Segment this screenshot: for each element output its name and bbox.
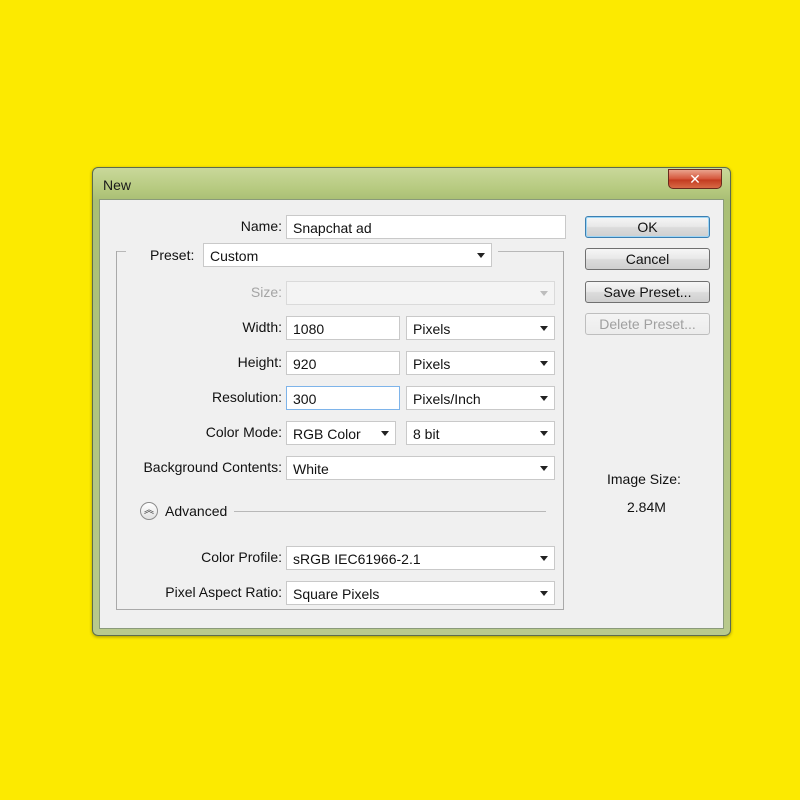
pixel-aspect-ratio-value: Square Pixels <box>293 586 380 602</box>
chevron-down-icon <box>540 361 548 366</box>
height-label: Height: <box>237 354 282 370</box>
color-mode-value: RGB Color <box>293 426 361 442</box>
background-contents-label: Background Contents: <box>143 459 282 475</box>
chevron-down-icon <box>540 591 548 596</box>
background-contents-select[interactable]: White <box>286 456 555 480</box>
width-unit-value: Pixels <box>413 321 451 337</box>
preset-select[interactable]: Custom <box>203 243 492 267</box>
name-input[interactable]: Snapchat ad <box>286 215 566 239</box>
height-input[interactable]: 920 <box>286 351 400 375</box>
color-profile-label: Color Profile: <box>201 549 282 565</box>
resolution-unit-select[interactable]: Pixels/Inch <box>406 386 555 410</box>
chevron-down-icon <box>540 326 548 331</box>
size-select <box>286 281 555 305</box>
resolution-unit-value: Pixels/Inch <box>413 391 481 407</box>
preset-select-value: Custom <box>210 248 259 264</box>
dialog-title: New <box>103 177 132 193</box>
height-unit-select[interactable]: Pixels <box>406 351 555 375</box>
advanced-divider <box>234 511 546 512</box>
resolution-label: Resolution: <box>211 389 282 405</box>
close-button[interactable]: ✕ <box>668 169 722 189</box>
color-mode-select[interactable]: RGB Color <box>286 421 396 445</box>
chevron-down-icon <box>540 291 548 296</box>
new-document-dialog: New ✕ Name: Snapchat ad Preset: Custom S… <box>92 167 731 636</box>
chevron-down-icon <box>540 431 548 436</box>
ok-button[interactable]: OK <box>585 216 710 238</box>
pixel-aspect-ratio-select[interactable]: Square Pixels <box>286 581 555 605</box>
save-preset-button[interactable]: Save Preset... <box>585 281 710 303</box>
color-profile-value: sRGB IEC61966-2.1 <box>293 551 421 567</box>
bit-depth-value: 8 bit <box>413 426 440 442</box>
name-label: Name: <box>240 218 282 234</box>
advanced-toggle-button[interactable]: ︽ <box>140 502 158 520</box>
cancel-button[interactable]: Cancel <box>585 248 710 270</box>
image-size-label: Image Size: <box>607 471 681 487</box>
color-mode-label: Color Mode: <box>205 424 282 440</box>
height-unit-value: Pixels <box>413 356 451 372</box>
size-label: Size: <box>250 284 282 300</box>
width-label: Width: <box>242 319 282 335</box>
width-unit-select[interactable]: Pixels <box>406 316 555 340</box>
chevron-down-icon <box>540 396 548 401</box>
width-input[interactable]: 1080 <box>286 316 400 340</box>
background-contents-value: White <box>293 461 329 477</box>
chevron-down-icon <box>540 556 548 561</box>
close-icon: ✕ <box>689 170 701 187</box>
chevron-down-icon <box>477 253 485 258</box>
chevron-down-icon <box>540 466 548 471</box>
color-profile-select[interactable]: sRGB IEC61966-2.1 <box>286 546 555 570</box>
delete-preset-button: Delete Preset... <box>585 313 710 335</box>
preset-label: Preset: <box>150 247 195 263</box>
advanced-label: Advanced <box>165 503 228 519</box>
dialog-body: Name: Snapchat ad Preset: Custom Size: W… <box>99 199 724 629</box>
bit-depth-select[interactable]: 8 bit <box>406 421 555 445</box>
resolution-input[interactable]: 300 <box>286 386 400 410</box>
image-size-value: 2.84M <box>627 499 666 515</box>
chevron-down-icon <box>381 431 389 436</box>
pixel-aspect-ratio-label: Pixel Aspect Ratio: <box>165 584 282 600</box>
chevron-up-icon: ︽ <box>144 505 154 516</box>
